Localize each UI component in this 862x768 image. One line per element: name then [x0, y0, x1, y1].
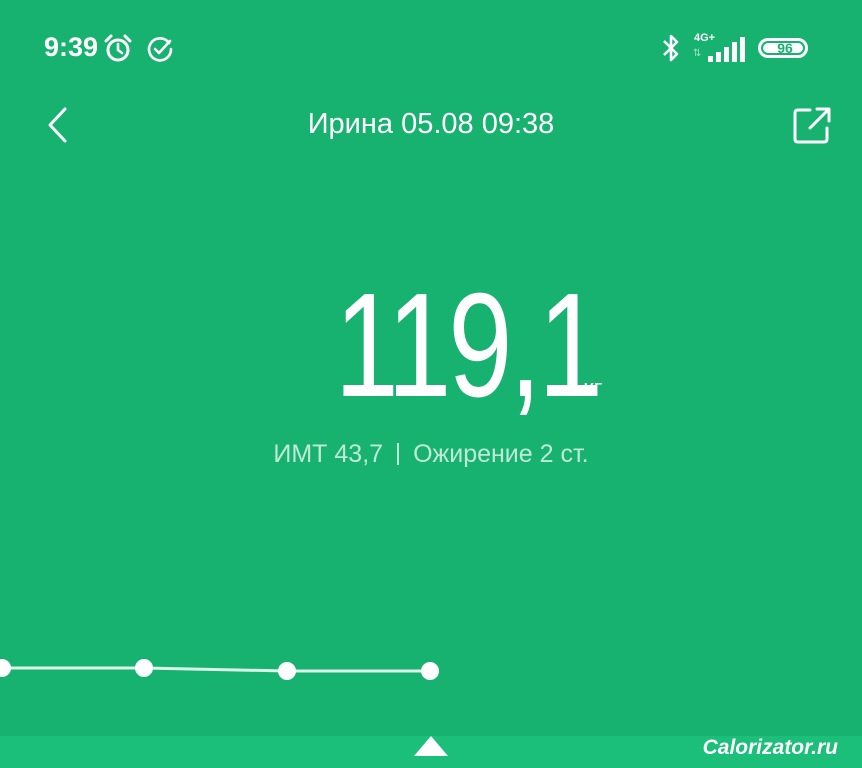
share-button[interactable] [790, 104, 834, 146]
bmi-value: ИМТ 43,7 [273, 440, 384, 468]
weight-display: 119,1кг [0, 272, 862, 420]
data-arrows-icon: ⇅ [693, 48, 702, 59]
trend-point[interactable] [278, 662, 296, 680]
weight-value: 119,1 [334, 263, 602, 428]
trend-point[interactable] [0, 659, 11, 677]
bluetooth-icon [660, 32, 682, 69]
separator [397, 443, 400, 465]
weight-trend-line [0, 659, 439, 680]
status-bar: 9:39 4G+ ⇅ 96 [0, 0, 862, 95]
bmi-summary: ИМТ 43,7 Ожирение 2 ст. [0, 440, 862, 469]
battery-level: 96 [777, 40, 793, 56]
bmi-category: Ожирение 2 ст. [413, 440, 589, 468]
trend-point-selected[interactable] [421, 662, 439, 680]
check-circle-icon [146, 35, 174, 68]
share-icon [793, 107, 831, 144]
alarm-clock-icon [103, 34, 133, 69]
battery-icon: 96 [758, 38, 808, 58]
selection-pointer-icon [414, 736, 448, 756]
trend-point[interactable] [135, 659, 153, 677]
signal-icon [708, 36, 748, 67]
watermark: Calorizator.ru [702, 736, 838, 759]
status-time: 9:39 [44, 32, 99, 62]
page-title: Ирина 05.08 09:38 [307, 108, 555, 140]
